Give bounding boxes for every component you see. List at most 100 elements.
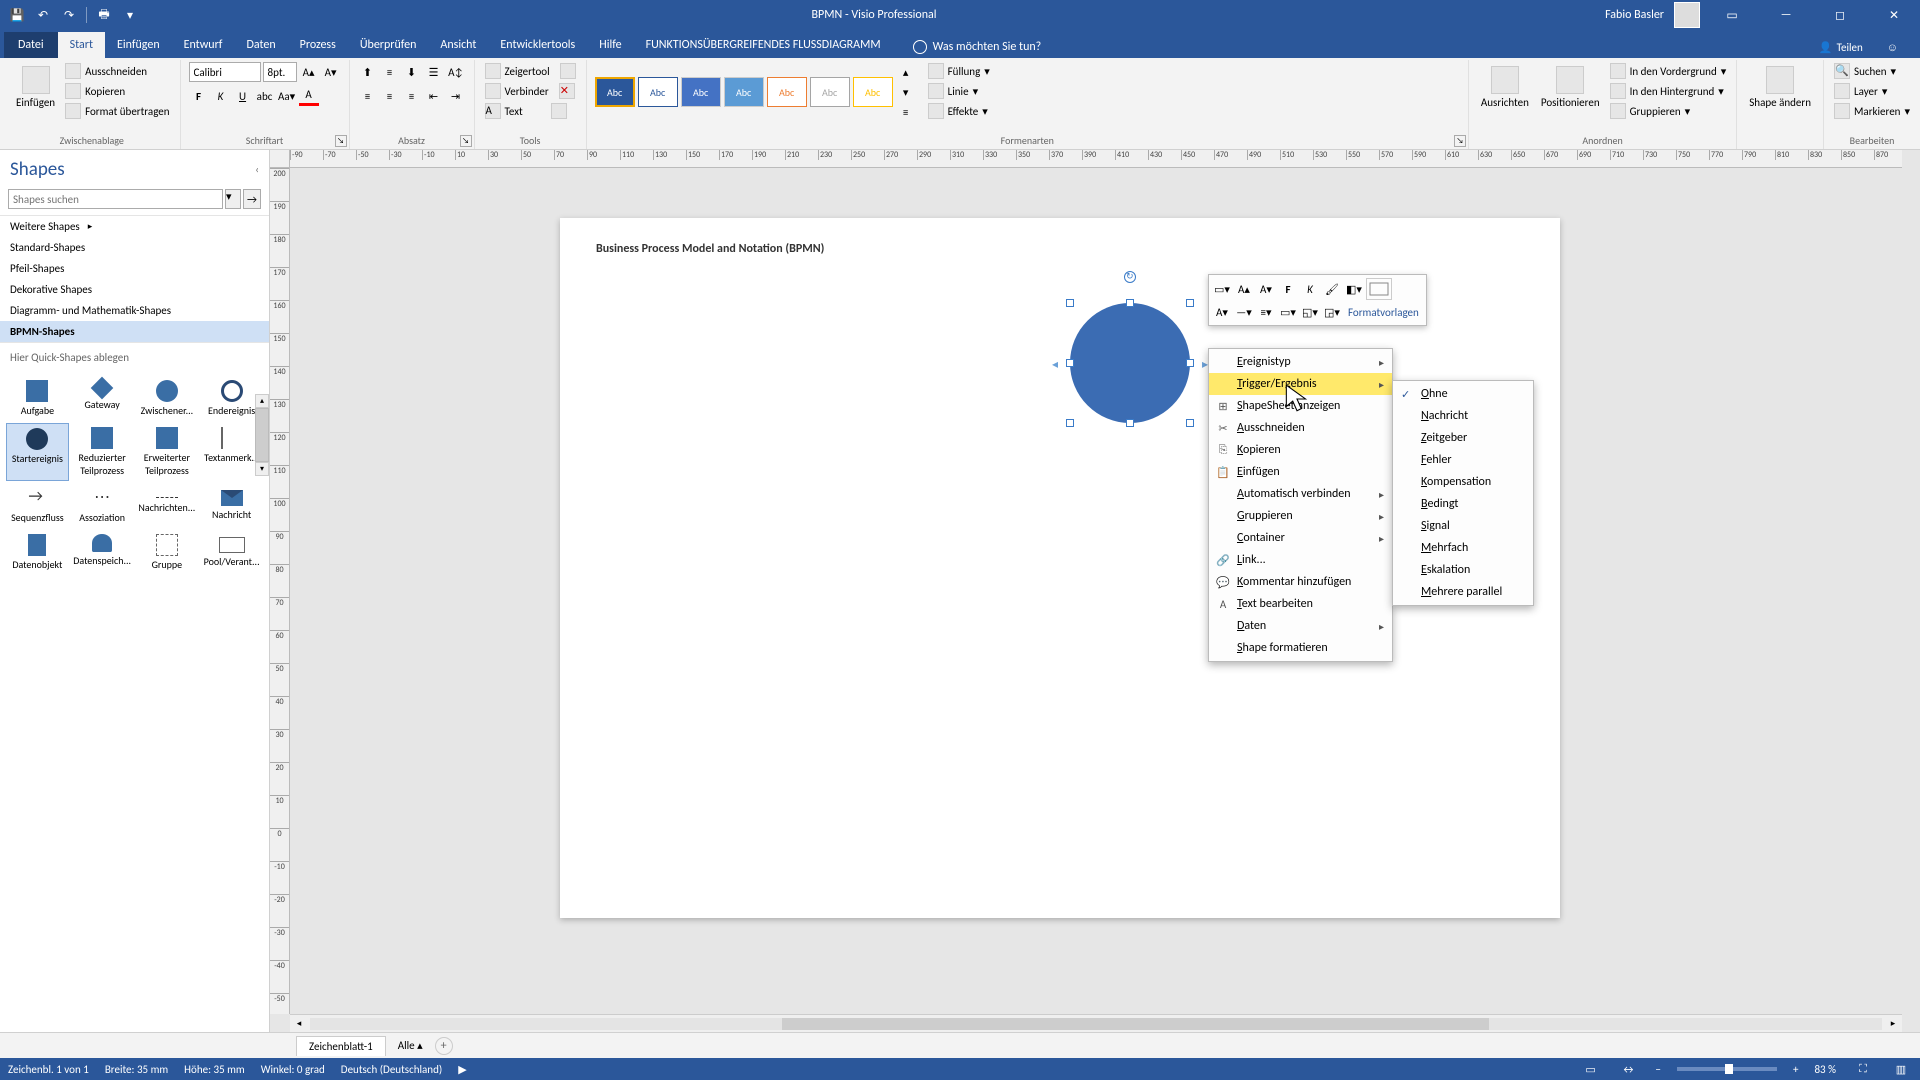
add-sheet-button[interactable]: + bbox=[435, 1037, 453, 1055]
mini-front[interactable]: ◱▾ bbox=[1300, 302, 1320, 322]
style-gallery-more[interactable]: ≡ bbox=[896, 102, 916, 122]
tab-data[interactable]: Daten bbox=[234, 32, 287, 58]
tab-view[interactable]: Ansicht bbox=[428, 32, 488, 58]
sheet-all-dropdown[interactable]: Alle ▴ bbox=[392, 1037, 429, 1054]
ctx-item[interactable]: AText bearbeiten bbox=[1209, 593, 1392, 615]
autoconnect-left-icon[interactable]: ◂ bbox=[1052, 357, 1058, 372]
bring-front-button[interactable]: In den Vordergrund ▾ bbox=[1608, 62, 1729, 80]
zoom-minus-icon[interactable]: − bbox=[1656, 1063, 1661, 1076]
submenu-item[interactable]: Kompensation bbox=[1393, 471, 1533, 493]
bullets-button[interactable]: ☰ bbox=[424, 62, 444, 82]
font-color-button[interactable]: A bbox=[299, 86, 319, 106]
ctx-item[interactable]: 🔗Link... bbox=[1209, 549, 1392, 571]
style-swatch-1[interactable]: Abc bbox=[595, 77, 635, 107]
font-name-select[interactable] bbox=[189, 62, 261, 82]
stencil-bpmn[interactable]: BPMN-Shapes bbox=[0, 321, 269, 342]
user-name[interactable]: Fabio Basler bbox=[1605, 8, 1664, 22]
style-swatch-2[interactable]: Abc bbox=[638, 77, 678, 107]
ctx-item[interactable]: Trigger/Ergebnis bbox=[1209, 373, 1392, 395]
tab-design[interactable]: Entwurf bbox=[172, 32, 235, 58]
resize-handle-nw[interactable] bbox=[1066, 299, 1074, 307]
shape-group[interactable]: Gruppe bbox=[136, 530, 199, 575]
shapestyles-dialog-launcher[interactable]: ↘ bbox=[1454, 135, 1466, 147]
align-middle-button[interactable]: ≡ bbox=[380, 62, 400, 82]
find-button[interactable]: 🔍Suchen ▾ bbox=[1832, 62, 1912, 80]
paste-button[interactable]: Einfügen bbox=[12, 62, 59, 113]
resize-handle-n[interactable] bbox=[1126, 299, 1134, 307]
shape-message[interactable]: Nachricht bbox=[200, 483, 263, 528]
ctx-item[interactable]: Automatisch verbinden bbox=[1209, 483, 1392, 505]
zoom-plus-icon[interactable]: + bbox=[1793, 1063, 1798, 1076]
italic-button[interactable]: K bbox=[211, 86, 231, 106]
shape-gateway[interactable]: Gateway bbox=[71, 376, 134, 421]
scroll-left-icon[interactable]: ◂ bbox=[290, 1015, 308, 1032]
redo-icon[interactable]: ↷ bbox=[60, 6, 78, 24]
mini-align[interactable]: ≡▾ bbox=[1256, 302, 1276, 322]
decrease-indent-button[interactable]: ⇤ bbox=[424, 86, 444, 106]
resize-handle-sw[interactable] bbox=[1066, 419, 1074, 427]
fill-button[interactable]: Füllung ▾ bbox=[926, 62, 992, 80]
start-event-shape[interactable] bbox=[1070, 303, 1190, 423]
cut-button[interactable]: Ausschneiden bbox=[63, 62, 171, 80]
qat-dropdown-icon[interactable]: ▾ bbox=[121, 6, 139, 24]
ctx-item[interactable]: Ereignistyp bbox=[1209, 351, 1392, 373]
tab-crossfunc[interactable]: FUNKTIONSÜBERGREIFENDES FLUSSDIAGRAMM bbox=[634, 32, 893, 58]
style-gallery-up[interactable]: ▴ bbox=[896, 62, 916, 82]
stencil-scrollbar[interactable]: ▴▾ bbox=[255, 394, 269, 476]
shape-intermediate[interactable]: Zwischener... bbox=[136, 376, 199, 421]
align-button[interactable]: Ausrichten bbox=[1477, 62, 1533, 113]
style-swatch-7[interactable]: Abc bbox=[853, 77, 893, 107]
shape-message-flow[interactable]: Nachrichten... bbox=[136, 483, 199, 528]
submenu-item[interactable]: Fehler bbox=[1393, 449, 1533, 471]
align-right-button[interactable]: ≡ bbox=[402, 86, 422, 106]
save-icon[interactable]: 💾 bbox=[8, 6, 26, 24]
tab-start[interactable]: Start bbox=[58, 32, 105, 58]
tab-developer[interactable]: Entwicklertools bbox=[488, 32, 587, 58]
tab-insert[interactable]: Einfügen bbox=[105, 32, 172, 58]
collapse-pane-icon[interactable]: ‹ bbox=[255, 163, 259, 176]
layer-button[interactable]: Layer ▾ bbox=[1832, 82, 1912, 100]
shape-expanded-sub[interactable]: Erweiterter Teilprozess bbox=[136, 423, 199, 481]
shape-association[interactable]: Assoziation bbox=[71, 483, 134, 528]
mini-grow-font[interactable]: A▴ bbox=[1234, 279, 1254, 299]
underline-button[interactable]: U bbox=[233, 86, 253, 106]
minimize-icon[interactable]: — bbox=[1764, 0, 1808, 30]
ctx-item[interactable]: ⊞ShapeSheet anzeigen bbox=[1209, 395, 1392, 417]
ctx-item[interactable]: Daten bbox=[1209, 615, 1392, 637]
case-button[interactable]: Aa▾ bbox=[277, 86, 297, 106]
shape-pool[interactable]: Pool/Verant... bbox=[200, 530, 263, 575]
submenu-item[interactable]: Bedingt bbox=[1393, 493, 1533, 515]
drawing-page[interactable]: Business Process Model and Notation (BPM… bbox=[560, 218, 1560, 918]
more-shapes-button[interactable]: Weitere Shapes bbox=[0, 216, 269, 237]
group-button[interactable]: Gruppieren ▾ bbox=[1608, 102, 1729, 120]
tab-process[interactable]: Prozess bbox=[288, 32, 348, 58]
mini-style-preview[interactable] bbox=[1366, 278, 1392, 300]
submenu-item[interactable]: Nachricht bbox=[1393, 405, 1533, 427]
line-button[interactable]: Linie ▾ bbox=[926, 82, 992, 100]
resize-handle-s[interactable] bbox=[1126, 419, 1134, 427]
tab-review[interactable]: Überprüfen bbox=[348, 32, 429, 58]
mini-shrink-font[interactable]: A▾ bbox=[1256, 279, 1276, 299]
position-button[interactable]: Positionieren bbox=[1537, 62, 1604, 113]
ctx-item[interactable]: Container bbox=[1209, 527, 1392, 549]
mini-format-painter-icon[interactable]: 🖌 bbox=[1322, 279, 1342, 299]
increase-indent-button[interactable]: ⇥ bbox=[446, 86, 466, 106]
submenu-item[interactable]: Mehrere parallel bbox=[1393, 581, 1533, 603]
shape-data-store[interactable]: Datenspeich... bbox=[71, 530, 134, 575]
mini-back[interactable]: ◲▾ bbox=[1322, 302, 1342, 322]
stencil-decorative[interactable]: Dekorative Shapes bbox=[0, 279, 269, 300]
align-left-button[interactable]: ≡ bbox=[358, 86, 378, 106]
ctx-item[interactable]: 💬Kommentar hinzufügen bbox=[1209, 571, 1392, 593]
undo-icon[interactable]: ↶ bbox=[34, 6, 52, 24]
submenu-item[interactable]: ✓Ohne bbox=[1393, 383, 1533, 405]
stencil-math[interactable]: Diagramm- und Mathematik-Shapes bbox=[0, 300, 269, 321]
drawing-canvas[interactable]: Business Process Model and Notation (BPM… bbox=[290, 168, 1902, 1014]
mini-font-color[interactable]: A▾ bbox=[1212, 302, 1232, 322]
fit-window-icon[interactable]: ⛶ bbox=[1852, 1058, 1874, 1080]
presentation-mode-icon[interactable]: ▭ bbox=[1580, 1058, 1602, 1080]
submenu-item[interactable]: Eskalation bbox=[1393, 559, 1533, 581]
share-button[interactable]: 👤 Teilen bbox=[1811, 37, 1871, 58]
send-back-button[interactable]: In den Hintergrund ▾ bbox=[1608, 82, 1729, 100]
align-bottom-button[interactable]: ⬇ bbox=[402, 62, 422, 82]
font-dialog-launcher[interactable]: ↘ bbox=[335, 135, 347, 147]
